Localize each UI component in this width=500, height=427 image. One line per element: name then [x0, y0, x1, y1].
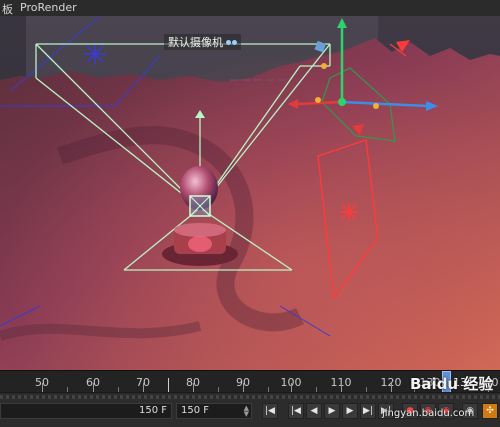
camera-settings-icon[interactable]: [226, 39, 237, 45]
prev-key-button[interactable]: |◀: [288, 403, 304, 419]
keyframe-settings-button[interactable]: ◉: [462, 403, 478, 419]
light-burst-red-icon: [340, 203, 358, 221]
3d-viewport[interactable]: 默认摄像机: [0, 16, 500, 370]
menu-bar: 板 ProRender: [0, 0, 500, 16]
next-frame-button[interactable]: ▶: [342, 403, 358, 419]
menu-item-prorender[interactable]: ProRender: [20, 1, 77, 14]
keyframe-mode-icon[interactable]: ✣: [482, 403, 498, 419]
play-button[interactable]: ▶: [324, 403, 340, 419]
ruler-label: 130: [419, 376, 441, 389]
timeline-ruler[interactable]: 50 60 70 80 90 100 110 120 130 140 131: [0, 370, 500, 393]
first-frame-button[interactable]: |◀: [262, 403, 278, 419]
max-frame-field[interactable]: 150 F ▲ ▼: [176, 403, 252, 419]
light-burst-blue-icon: [84, 43, 106, 65]
current-frame: 131: [453, 376, 474, 389]
key-selection-button[interactable]: ◉: [438, 403, 454, 419]
menu-item-layout[interactable]: 板: [2, 1, 13, 17]
max-frame-value: 150 F: [181, 405, 210, 416]
record-button[interactable]: ●: [402, 403, 418, 419]
last-frame-button[interactable]: ▶|: [378, 403, 394, 419]
transport-bar: 150 F 150 F ▲ ▼ |◀ |◀ ◀ ▶ ▶ ▶| ▶| ● ◉ ◉ ◉…: [0, 375, 500, 427]
stepper-arrows-icon[interactable]: ▲ ▼: [244, 405, 249, 418]
next-key-button[interactable]: ▶|: [360, 403, 376, 419]
prev-frame-button[interactable]: ◀: [306, 403, 322, 419]
range-slider[interactable]: [0, 395, 500, 399]
camera-name: 默认摄像机: [168, 36, 223, 49]
auto-key-button[interactable]: ◉: [420, 403, 436, 419]
viewport-scene: [0, 16, 500, 370]
active-camera-label[interactable]: 默认摄像机: [164, 34, 241, 50]
timeline-playhead[interactable]: [442, 371, 451, 393]
end-frame-field[interactable]: 150 F: [0, 403, 172, 419]
